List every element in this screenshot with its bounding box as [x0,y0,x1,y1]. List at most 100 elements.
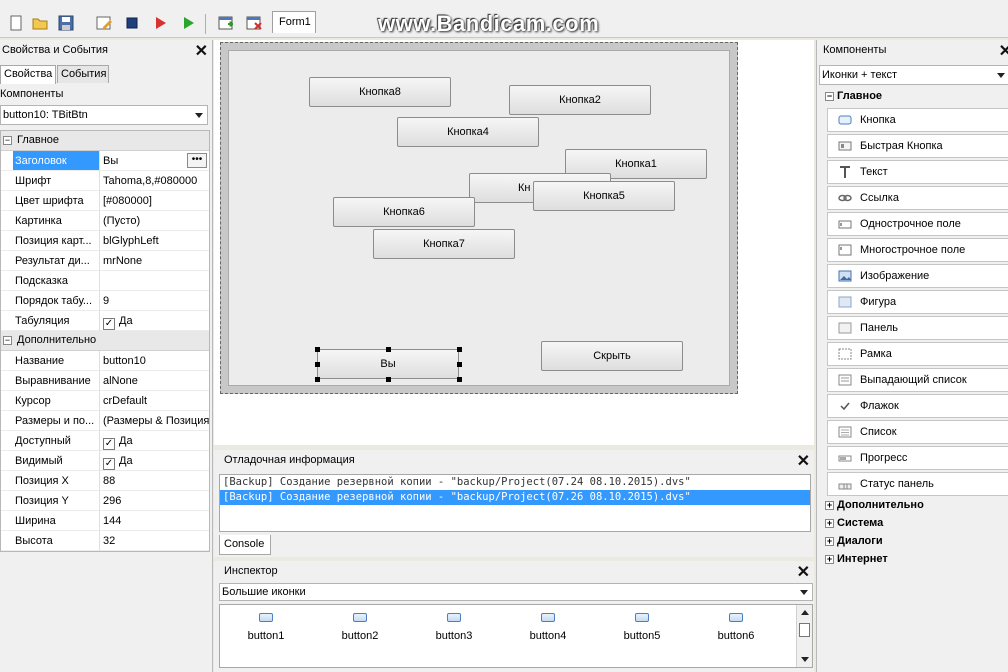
design-button-5[interactable]: Кнопка5 [533,181,675,211]
category-system[interactable]: + Система [825,517,883,535]
property-row[interactable]: Курсор crDefault [1,391,209,411]
resize-handle[interactable] [457,347,462,352]
inspector-item[interactable]: button1 [226,611,306,642]
section-main[interactable]: − Главное [1,131,209,151]
open-folder-icon[interactable] [30,13,50,33]
log-line[interactable]: [Backup] Создание резервной копии - "bac… [220,475,810,490]
property-row[interactable]: Картинка (Пусто) [1,211,209,231]
inspector-item[interactable]: button5 [602,611,682,642]
scroll-up-icon[interactable] [801,610,809,615]
palette-item-link[interactable]: Ссылка [827,186,1008,210]
form-client-area[interactable]: Кнопка8 Кнопка2 Кнопка4 Кнопка1 Кн Кнопк… [228,50,730,386]
design-button-10-selected[interactable]: Вы [317,349,459,379]
tab-properties[interactable]: Свойства [0,65,56,84]
inspector-scrollbar[interactable] [796,605,812,667]
section-advanced[interactable]: − Дополнительно [1,331,209,351]
run-green-icon[interactable] [178,13,198,33]
property-value[interactable]: 9 [103,295,209,307]
property-value[interactable]: (Пусто) [103,215,209,227]
form-frame[interactable]: Кнопка8 Кнопка2 Кнопка4 Кнопка1 Кн Кнопк… [220,42,738,394]
log-line-selected[interactable]: [Backup] Создание резервной копии - "bac… [220,490,810,505]
property-row[interactable]: Позиция X 88 [1,471,209,491]
property-value[interactable]: [#080000] [103,195,209,207]
palette-item-speed-button[interactable]: Быстрая Кнопка [827,134,1008,158]
property-row-caption[interactable]: Заголовок Вы ••• [1,151,209,171]
property-row[interactable]: Выравнивание alNone [1,371,209,391]
palette-item-combobox[interactable]: Выпадающий список [827,368,1008,392]
remove-form-icon[interactable] [244,13,264,33]
resize-handle[interactable] [386,347,391,352]
inspector-item[interactable]: button6 [696,611,776,642]
palette-item-statusbar[interactable]: Статус панель [827,472,1008,496]
resize-handle[interactable] [315,347,320,352]
stop-icon[interactable] [122,13,142,33]
property-row[interactable]: Шрифт Tahoma,8,#080000 [1,171,209,191]
property-row[interactable]: Порядок табу... 9 [1,291,209,311]
resize-handle[interactable] [457,377,462,382]
checkbox-checked[interactable]: ✓ [103,438,115,450]
property-value[interactable]: 88 [103,475,209,487]
tab-console[interactable]: Console [219,535,271,555]
palette-item-button[interactable]: Кнопка [827,108,1008,132]
save-icon[interactable] [56,13,76,33]
property-value-checkbox[interactable]: ✓ Да [103,315,209,330]
property-value[interactable]: 144 [103,515,209,527]
category-main[interactable]: − Главное [825,90,882,108]
palette-view-select[interactable]: Иконки + текст [819,65,1008,85]
inspector-item[interactable]: button2 [320,611,400,642]
property-value[interactable]: mrNone [103,255,209,267]
property-row[interactable]: Название button10 [1,351,209,371]
property-row[interactable]: Высота 32 [1,531,209,551]
property-row[interactable]: Позиция карт... blGlyphLeft [1,231,209,251]
new-file-icon[interactable] [6,13,26,33]
property-value[interactable]: crDefault [103,395,209,407]
checkbox-checked[interactable]: ✓ [103,458,115,470]
ellipsis-button[interactable]: ••• [187,153,207,168]
property-value[interactable]: (Размеры & Позиция) [103,415,209,427]
property-row[interactable]: Размеры и по... (Размеры & Позиция) [1,411,209,431]
property-row[interactable]: Табуляция ✓ Да [1,311,209,331]
scroll-down-icon[interactable] [801,657,809,662]
resize-handle[interactable] [315,377,320,382]
palette-item-frame[interactable]: Рамка [827,342,1008,366]
close-debug-icon[interactable]: ✕ [797,451,810,471]
palette-item-memo[interactable]: Многострочное поле [827,238,1008,262]
palette-item-label[interactable]: Текст [827,160,1008,184]
category-advanced[interactable]: + Дополнительно [825,499,924,517]
resize-handle[interactable] [457,362,462,367]
property-value[interactable]: Tahoma,8,#080000 [103,175,209,187]
property-value-checkbox[interactable]: ✓ Да [103,435,209,450]
palette-item-progress[interactable]: Прогресс [827,446,1008,470]
scroll-thumb[interactable] [799,623,810,637]
inspector-view-select[interactable]: Большие иконки [219,583,813,601]
component-select[interactable]: button10: TBitBtn [0,105,208,125]
palette-item-edit[interactable]: Однострочное поле [827,212,1008,236]
tab-events[interactable]: События [57,65,109,83]
edit-form-icon[interactable] [94,13,114,33]
inspector-item[interactable]: button4 [508,611,588,642]
palette-item-checkbox[interactable]: Флажок [827,394,1008,418]
tab-form1[interactable]: Form1 [272,11,316,33]
property-value[interactable]: 32 [103,535,209,547]
property-row[interactable]: Ширина 144 [1,511,209,531]
close-palette-icon[interactable]: ✕ [999,41,1008,61]
design-button-hide[interactable]: Скрыть [541,341,683,371]
design-button-4[interactable]: Кнопка4 [397,117,539,147]
design-button-6[interactable]: Кнопка6 [333,197,475,227]
property-row[interactable]: Цвет шрифта [#080000] [1,191,209,211]
palette-item-shape[interactable]: Фигура [827,290,1008,314]
resize-handle[interactable] [386,377,391,382]
close-inspector-icon[interactable]: ✕ [797,562,810,582]
design-button-8[interactable]: Кнопка8 [309,77,451,107]
property-value[interactable]: button10 [103,355,209,367]
property-value[interactable]: blGlyphLeft [103,235,209,247]
category-dialogs[interactable]: + Диалоги [825,535,883,553]
checkbox-checked[interactable]: ✓ [103,318,115,330]
category-internet[interactable]: + Интернет [825,553,888,571]
design-button-7[interactable]: Кнопка7 [373,229,515,259]
property-value[interactable]: alNone [103,375,209,387]
property-row[interactable]: Результат ди... mrNone [1,251,209,271]
palette-item-panel[interactable]: Панель [827,316,1008,340]
property-row[interactable]: Подсказка [1,271,209,291]
property-row[interactable]: Видимый ✓ Да [1,451,209,471]
